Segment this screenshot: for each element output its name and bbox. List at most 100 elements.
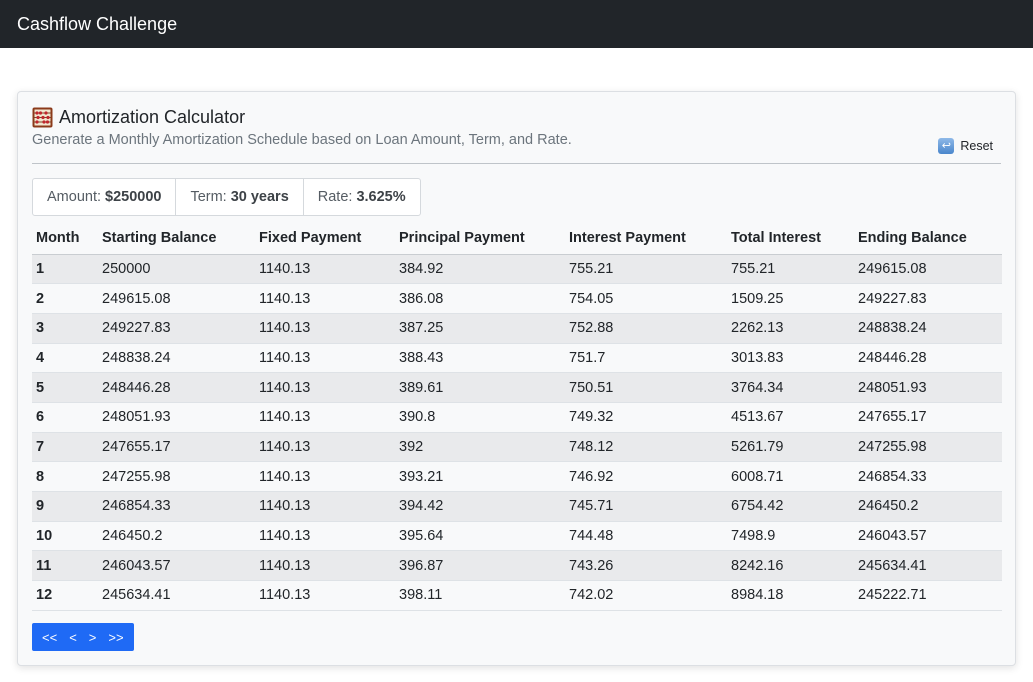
table-cell: 396.87 — [395, 550, 565, 582]
table-row: 5 248446.28 1140.13 389.61 750.51 3764.34 2480… — [32, 372, 1002, 403]
table-cell: 248446.28 — [98, 372, 255, 403]
term-value: 30 years — [230, 189, 289, 205]
table-cell: 5261.79 — [727, 432, 854, 463]
table-cell: 249615.08 — [854, 254, 1002, 285]
table-cell: 6754.42 — [727, 491, 854, 522]
amortization-card: Amortization Calculator Generate a Month… — [17, 91, 1016, 666]
table-cell: 8 — [32, 461, 98, 492]
table-cell: 12 — [32, 580, 98, 611]
table-row: 6 248051.93 1140.13 390.8 749.32 4513.67 24765… — [32, 402, 1002, 433]
term-label: Term: — [190, 189, 227, 205]
pagination: << < > >> — [32, 623, 134, 651]
table-cell: 250000 — [98, 254, 255, 285]
table-cell: 1 — [32, 254, 98, 285]
table-cell: 11 — [32, 550, 98, 582]
table-cell: 246450.2 — [98, 521, 255, 552]
rate-value: 3.625% — [356, 189, 406, 205]
table-cell: 7 — [32, 432, 98, 463]
table-body: 1 250000 1140.13 384.92 755.21 755.21 249615.0… — [32, 254, 1002, 611]
column-header: Starting Balance — [98, 223, 255, 255]
table-row: 7 247655.17 1140.13 392 748.12 5261.79 247255.… — [32, 432, 1002, 463]
table-cell: 246854.33 — [854, 461, 1002, 492]
table-cell: 5 — [32, 372, 98, 403]
table-cell: 392 — [395, 432, 565, 463]
loan-summary: Amount: $250000 Term: 30 years Rate: 3.6… — [32, 178, 421, 216]
undo-arrow-icon: ↩ — [938, 138, 955, 154]
table-cell: 1140.13 — [255, 550, 395, 582]
table-cell: 4513.67 — [727, 402, 854, 433]
table-cell: 746.92 — [565, 461, 727, 492]
table-cell: 248446.28 — [854, 343, 1002, 374]
table-cell: 1140.13 — [255, 461, 395, 492]
table-cell: 1140.13 — [255, 491, 395, 522]
table-cell: 754.05 — [565, 283, 727, 314]
table-cell: 249615.08 — [98, 283, 255, 314]
table-cell: 742.02 — [565, 580, 727, 611]
table-row: 4 248838.24 1140.13 388.43 751.7 3013.83 24844… — [32, 343, 1002, 374]
table-cell: 745.71 — [565, 491, 727, 522]
table-cell: 8242.16 — [727, 550, 854, 582]
table-cell: 245634.41 — [854, 550, 1002, 582]
table-row: 2 249615.08 1140.13 386.08 754.05 1509.25 2492… — [32, 283, 1002, 314]
table-cell: 394.42 — [395, 491, 565, 522]
amount-summary: Amount: $250000 — [33, 179, 175, 215]
table-cell: 4 — [32, 343, 98, 374]
card-header: Amortization Calculator Generate a Month… — [32, 92, 1001, 164]
reset-button[interactable]: ↩ Reset — [938, 138, 993, 154]
table-cell: 384.92 — [395, 254, 565, 285]
table-cell: 1509.25 — [727, 283, 854, 314]
next-page-button[interactable]: > — [83, 623, 103, 651]
card-subtitle: Generate a Monthly Amortization Schedule… — [32, 132, 572, 148]
brand-title[interactable]: Cashflow Challenge — [17, 14, 177, 35]
table-row: 8 247255.98 1140.13 393.21 746.92 6008.71 2468… — [32, 461, 1002, 492]
table-cell: 248838.24 — [854, 313, 1002, 344]
reset-label: Reset — [960, 139, 993, 153]
table-cell: 248051.93 — [854, 372, 1002, 403]
table-cell: 3 — [32, 313, 98, 344]
first-page-button[interactable]: << — [36, 623, 63, 651]
table-cell: 6008.71 — [727, 461, 854, 492]
table-cell: 246043.57 — [854, 521, 1002, 552]
table-cell: 386.08 — [395, 283, 565, 314]
column-header: Fixed Payment — [255, 223, 395, 255]
table-cell: 6 — [32, 402, 98, 433]
column-header: Ending Balance — [854, 223, 1002, 255]
table-cell: 249227.83 — [98, 313, 255, 344]
amount-label: Amount: — [47, 189, 101, 205]
table-cell: 1140.13 — [255, 283, 395, 314]
table-cell: 1140.13 — [255, 402, 395, 433]
table-cell: 748.12 — [565, 432, 727, 463]
table-row: 9 246854.33 1140.13 394.42 745.71 6754.42 2464… — [32, 491, 1002, 522]
table-cell: 395.64 — [395, 521, 565, 552]
table-cell: 7498.9 — [727, 521, 854, 552]
table-cell: 249227.83 — [854, 283, 1002, 314]
table-cell: 1140.13 — [255, 313, 395, 344]
table-row: 3 249227.83 1140.13 387.25 752.88 2262.13 2488… — [32, 313, 1002, 344]
last-page-button[interactable]: >> — [102, 623, 129, 651]
table-cell: 744.48 — [565, 521, 727, 552]
top-navbar: Cashflow Challenge — [0, 0, 1033, 48]
column-header: Total Interest — [727, 223, 854, 255]
table-cell: 246043.57 — [98, 550, 255, 582]
table-cell: 389.61 — [395, 372, 565, 403]
prev-page-button[interactable]: < — [63, 623, 83, 651]
rate-summary: Rate: 3.625% — [302, 179, 420, 215]
column-header: Month — [32, 223, 98, 255]
table-cell: 393.21 — [395, 461, 565, 492]
table-cell: 751.7 — [565, 343, 727, 374]
table-cell: 755.21 — [727, 254, 854, 285]
table-cell: 8984.18 — [727, 580, 854, 611]
abacus-icon — [32, 107, 53, 128]
table-cell: 390.8 — [395, 402, 565, 433]
table-cell: 1140.13 — [255, 343, 395, 374]
column-header: Interest Payment — [565, 223, 727, 255]
table-cell: 1140.13 — [255, 372, 395, 403]
table-cell: 245222.71 — [854, 580, 1002, 611]
table-cell: 2 — [32, 283, 98, 314]
table-cell: 388.43 — [395, 343, 565, 374]
table-cell: 743.26 — [565, 550, 727, 582]
table-cell: 755.21 — [565, 254, 727, 285]
table-cell: 749.32 — [565, 402, 727, 433]
table-row: 1 250000 1140.13 384.92 755.21 755.21 249615.0… — [32, 254, 1002, 285]
table-row: 11 246043.57 1140.13 396.87 743.26 8242.16 245… — [32, 550, 1002, 582]
